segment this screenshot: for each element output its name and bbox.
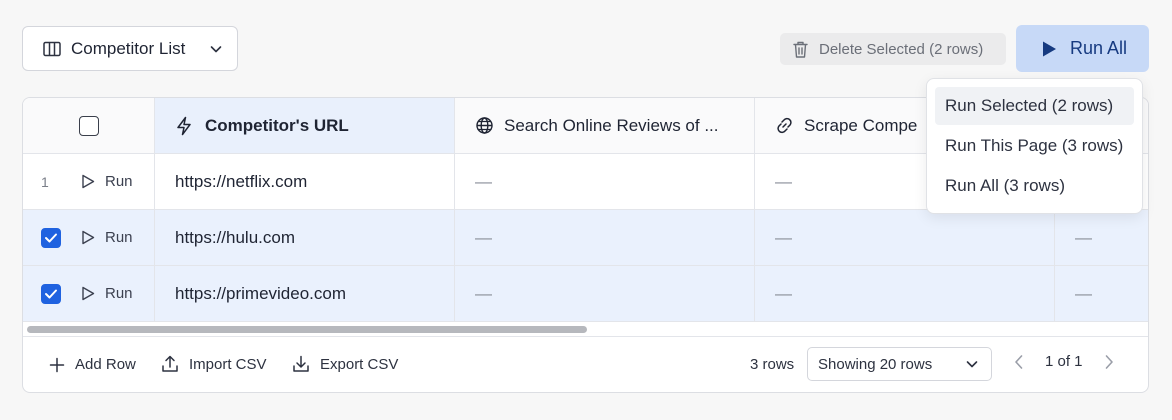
column-header-reviews[interactable]: Search Online Reviews of ... <box>455 98 755 153</box>
reviews-cell[interactable]: — <box>455 154 755 209</box>
table-row[interactable]: Run https://primevideo.com — — — <box>23 266 1148 322</box>
row-controls: Run <box>23 210 155 265</box>
add-row-button[interactable]: Add Row <box>49 356 136 373</box>
export-csv-label: Export CSV <box>320 355 399 373</box>
row-count: 3 rows <box>750 356 795 373</box>
chevron-left-icon[interactable] <box>1013 354 1025 370</box>
scrape-cell[interactable]: — <box>755 266 1055 321</box>
chevron-down-icon <box>965 357 979 371</box>
lightning-icon <box>175 116 193 136</box>
play-outline-icon <box>81 174 95 189</box>
run-row-button[interactable]: Run <box>81 173 133 190</box>
run-row-label: Run <box>105 173 133 190</box>
add-row-label: Add Row <box>75 356 136 373</box>
download-icon <box>292 355 310 373</box>
pagination: 1 of 1 <box>1013 353 1115 370</box>
menu-item-run-this-page[interactable]: Run This Page (3 rows) <box>935 127 1134 165</box>
run-all-button[interactable]: Run All <box>1016 25 1149 72</box>
run-dropdown-menu: Run Selected (2 rows) Run This Page (3 r… <box>926 78 1143 214</box>
column-header-label: Competitor's URL <box>205 115 349 135</box>
page-indicator: 1 of 1 <box>1045 353 1083 370</box>
play-icon <box>1040 40 1058 58</box>
url-cell[interactable]: https://primevideo.com <box>155 266 455 321</box>
run-all-label: Run All <box>1070 38 1128 58</box>
column-header-url[interactable]: Competitor's URL <box>155 98 455 153</box>
globe-icon <box>475 116 494 135</box>
page-size-select[interactable]: Showing 20 rows <box>807 347 992 381</box>
row-controls: Run <box>23 266 155 321</box>
table-row[interactable]: Run https://hulu.com — — — <box>23 210 1148 266</box>
chevron-right-icon[interactable] <box>1103 354 1115 370</box>
play-outline-icon <box>81 286 95 301</box>
row-number: 1 <box>41 173 49 190</box>
row-controls: 1 Run <box>23 154 155 209</box>
run-row-button[interactable]: Run <box>81 285 133 302</box>
scrape-cell[interactable]: — <box>755 210 1055 265</box>
upload-icon <box>161 355 179 373</box>
view-selector-label: Competitor List <box>71 38 186 58</box>
column-header-label: Scrape Compe <box>804 115 918 135</box>
play-outline-icon <box>81 230 95 245</box>
column-header-label: Search Online Reviews of ... <box>504 115 719 135</box>
menu-item-run-selected[interactable]: Run Selected (2 rows) <box>935 87 1134 125</box>
page-size-label: Showing 20 rows <box>818 355 933 373</box>
view-selector[interactable]: Competitor List <box>22 26 238 71</box>
checkmark-icon <box>45 289 57 298</box>
columns-icon <box>43 41 61 57</box>
url-cell[interactable]: https://hulu.com <box>155 210 455 265</box>
run-row-label: Run <box>105 229 133 246</box>
chevron-down-icon <box>209 42 223 56</box>
run-row-button[interactable]: Run <box>81 229 133 246</box>
import-csv-button[interactable]: Import CSV <box>161 355 267 373</box>
delete-selected-label: Delete Selected (2 rows) <box>819 40 984 58</box>
extra-cell[interactable]: — <box>1055 210 1148 265</box>
link-icon <box>775 116 794 135</box>
select-all-cell <box>23 98 155 153</box>
menu-item-run-all[interactable]: Run All (3 rows) <box>935 167 1134 205</box>
import-csv-label: Import CSV <box>189 355 267 373</box>
run-row-label: Run <box>105 285 133 302</box>
export-csv-button[interactable]: Export CSV <box>292 355 398 373</box>
horizontal-scrollbar[interactable] <box>27 326 587 333</box>
extra-cell[interactable]: — <box>1055 266 1148 321</box>
trash-icon <box>792 40 809 59</box>
reviews-cell[interactable]: — <box>455 266 755 321</box>
row-checkbox[interactable] <box>41 283 61 304</box>
plus-icon <box>49 357 65 373</box>
grid-footer: Add Row Import CSV Export CSV 3 rows Sho… <box>23 337 1148 392</box>
checkmark-icon <box>45 233 57 242</box>
row-checkbox[interactable] <box>41 227 61 248</box>
reviews-cell[interactable]: — <box>455 210 755 265</box>
select-all-checkbox[interactable] <box>78 115 99 136</box>
url-cell[interactable]: https://netflix.com <box>155 154 455 209</box>
delete-selected-button[interactable]: Delete Selected (2 rows) <box>780 33 1006 65</box>
